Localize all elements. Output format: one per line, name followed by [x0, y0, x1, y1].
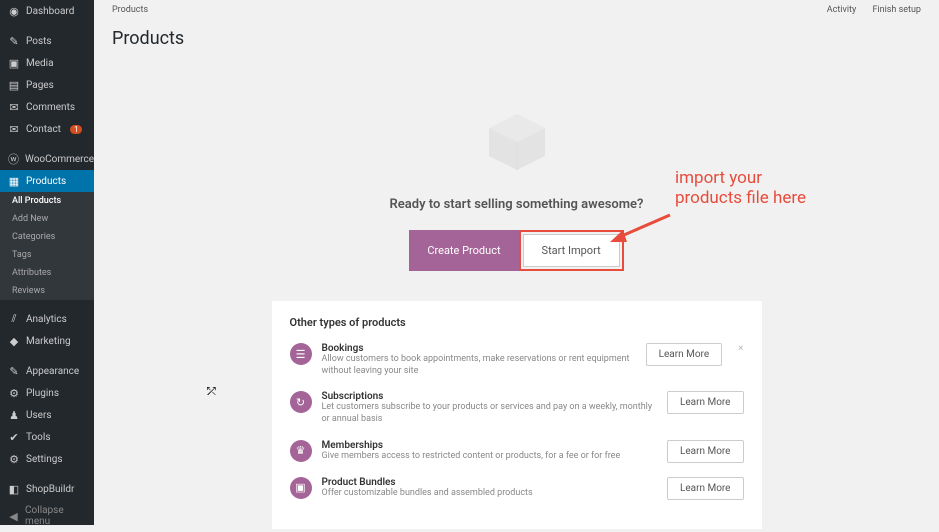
settings-icon: ⚙ — [8, 453, 20, 465]
finish-setup-link[interactable]: Finish setup — [872, 5, 921, 15]
sidebar-sub-tags[interactable]: Tags — [0, 246, 94, 264]
subscriptions-icon: ↻ — [290, 391, 312, 413]
page-title: Products — [94, 20, 939, 57]
marketing-icon: ◆ — [8, 335, 20, 347]
contact-icon: ✉ — [8, 123, 20, 135]
woo-icon: ⓦ — [8, 153, 19, 165]
product-row-memberships: ♛ MembershipsGive members access to rest… — [290, 440, 744, 463]
analytics-icon: ⫽ — [8, 313, 20, 325]
sidebar-item-marketing[interactable]: ◆Marketing — [0, 330, 94, 352]
breadcrumb: Products — [112, 5, 148, 15]
sidebar-item-contact[interactable]: ✉Contact1 — [0, 118, 94, 140]
memberships-icon: ♛ — [290, 440, 312, 462]
sidebar-item-settings[interactable]: ⚙Settings — [0, 448, 94, 470]
sidebar-item-shopbuildr[interactable]: ◧ShopBuildr — [0, 478, 94, 500]
activity-link[interactable]: Activity — [827, 5, 856, 15]
bookings-icon: ☰ — [290, 343, 312, 365]
comments-icon: ✉ — [8, 101, 20, 113]
products-icon: ▦ — [8, 175, 20, 187]
product-row-bookings: ☰ BookingsAllow customers to book appoin… — [290, 343, 744, 377]
sidebar-item-tools[interactable]: ✔Tools — [0, 426, 94, 448]
learn-more-bundles[interactable]: Learn More — [667, 477, 744, 500]
product-row-subscriptions: ↻ SubscriptionsLet customers subscribe t… — [290, 391, 744, 425]
sidebar-collapse[interactable]: ◀Collapse menu — [0, 500, 94, 532]
mouse-cursor-icon: ⤱ — [207, 385, 216, 399]
learn-more-bookings[interactable]: Learn More — [646, 343, 723, 366]
other-products-panel: Other types of products ☰ BookingsAllow … — [272, 301, 762, 529]
sidebar-sub-add-new[interactable]: Add New — [0, 210, 94, 228]
users-icon: ♟ — [8, 409, 20, 421]
media-icon: ▣ — [8, 57, 20, 69]
hero-section: Ready to start selling something awesome… — [94, 57, 939, 271]
package-icon — [482, 107, 552, 177]
bundles-icon: ▣ — [290, 477, 312, 499]
product-row-bundles: ▣ Product BundlesOffer customizable bund… — [290, 477, 744, 500]
dashboard-icon: ◉ — [8, 5, 20, 17]
main-content: Products Activity Finish setup Products … — [94, 0, 939, 525]
sidebar-item-pages[interactable]: ▤Pages — [0, 74, 94, 96]
appearance-icon: ✎ — [8, 365, 20, 377]
tools-icon: ✔ — [8, 431, 20, 443]
sidebar-sub-reviews[interactable]: Reviews — [0, 282, 94, 300]
sidebar-item-products[interactable]: ▦Products — [0, 170, 94, 192]
sidebar-item-appearance[interactable]: ✎Appearance — [0, 360, 94, 382]
pin-icon: ✎ — [8, 35, 20, 47]
annotation-arrow-icon — [605, 210, 675, 250]
create-product-button[interactable]: Create Product — [409, 230, 518, 271]
hero-headline: Ready to start selling something awesome… — [94, 197, 939, 212]
sidebar-item-plugins[interactable]: ⚙Plugins — [0, 382, 94, 404]
plugins-icon: ⚙ — [8, 387, 20, 399]
sidebar-item-analytics[interactable]: ⫽Analytics — [0, 308, 94, 330]
annotation-text: import your products file here — [675, 168, 806, 208]
sidebar-sub-categories[interactable]: Categories — [0, 228, 94, 246]
top-bar: Products Activity Finish setup — [94, 0, 939, 20]
dismiss-icon[interactable]: × — [738, 343, 743, 354]
learn-more-subscriptions[interactable]: Learn More — [667, 391, 744, 414]
sidebar-item-users[interactable]: ♟Users — [0, 404, 94, 426]
pages-icon: ▤ — [8, 79, 20, 91]
sidebar-item-woocommerce[interactable]: ⓦWooCommerce — [0, 148, 94, 170]
sidebar-sub-attributes[interactable]: Attributes — [0, 264, 94, 282]
contact-badge: 1 — [70, 125, 83, 134]
sidebar-item-posts[interactable]: ✎Posts — [0, 30, 94, 52]
sidebar-item-dashboard[interactable]: ◉Dashboard — [0, 0, 94, 22]
panel-title: Other types of products — [290, 316, 744, 329]
sidebar-sub-all-products[interactable]: All Products — [0, 192, 94, 210]
learn-more-memberships[interactable]: Learn More — [667, 440, 744, 463]
sidebar-item-media[interactable]: ▣Media — [0, 52, 94, 74]
shopbuildr-icon: ◧ — [8, 483, 20, 495]
sidebar-item-comments[interactable]: ✉Comments — [0, 96, 94, 118]
collapse-icon: ◀ — [8, 510, 19, 522]
admin-sidebar: ◉Dashboard ✎Posts ▣Media ▤Pages ✉Comment… — [0, 0, 94, 525]
